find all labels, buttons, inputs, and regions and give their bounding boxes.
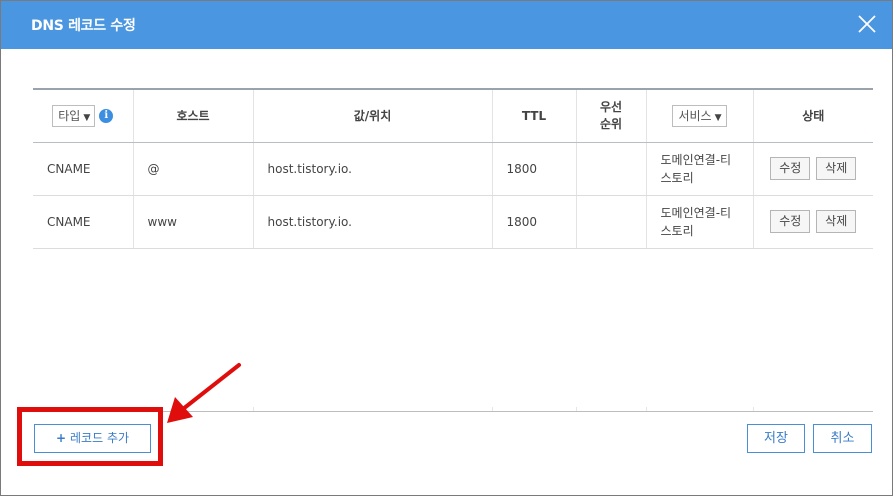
row-status: 수정 삭제: [753, 195, 873, 249]
row-value: host.tistory.io.: [253, 142, 493, 196]
delete-record-button[interactable]: 삭제: [816, 157, 857, 180]
dns-record-edit-dialog: DNS 레코드 수정 타입 ▼ i 호스트 값/위치 TTL 우선 순위 서비스…: [0, 0, 893, 496]
row-service-line1: 도메인연결-티: [660, 205, 732, 220]
close-icon: [858, 15, 876, 33]
dialog-title: DNS 레코드 수정: [31, 18, 136, 34]
service-filter-select[interactable]: 서비스 ▼: [672, 104, 727, 127]
header-service: 서비스 ▼: [646, 90, 754, 143]
annotation-highlight-box: [17, 407, 163, 466]
header-host: 호스트: [133, 90, 254, 143]
row-host: www: [133, 195, 254, 249]
dialog-titlebar: DNS 레코드 수정: [1, 1, 892, 49]
chevron-down-icon: ▼: [714, 112, 722, 123]
row-value: host.tistory.io.: [253, 195, 493, 249]
type-filter-label: 타입: [58, 108, 81, 123]
row-ttl: 1800: [492, 142, 577, 196]
header-ttl: TTL: [492, 90, 577, 143]
row-status: 수정 삭제: [753, 142, 873, 196]
table-row: CNAME @ host.tistory.io. 1800 도메인연결-티 스토…: [33, 142, 873, 196]
row-service-line2: 스토리: [660, 223, 694, 238]
header-priority: 우선 순위: [576, 90, 647, 143]
header-type: 타입 ▼ i: [33, 90, 134, 143]
row-service: 도메인연결-티 스토리: [646, 195, 754, 249]
row-priority: [576, 142, 647, 196]
cancel-button[interactable]: 취소: [813, 424, 872, 453]
header-value: 값/위치: [253, 90, 493, 143]
type-filter-select[interactable]: 타입 ▼: [52, 104, 96, 127]
dns-record-table: 타입 ▼ i 호스트 값/위치 TTL 우선 순위 서비스 ▼ 상태 CNAME @ …: [33, 90, 873, 249]
row-service: 도메인연결-티 스토리: [646, 142, 754, 196]
service-filter-label: 서비스: [678, 108, 712, 123]
chevron-down-icon: ▼: [83, 112, 91, 123]
row-type: CNAME: [33, 195, 134, 249]
row-service-line2: 스토리: [660, 170, 694, 185]
header-priority-label: 우선 순위: [599, 99, 623, 131]
save-button[interactable]: 저장: [747, 424, 805, 453]
row-priority: [576, 195, 647, 249]
edit-record-button[interactable]: 수정: [770, 210, 811, 233]
row-ttl: 1800: [492, 195, 577, 249]
row-host: @: [133, 142, 254, 196]
table-row: CNAME www host.tistory.io. 1800 도메인연결-티 …: [33, 195, 873, 249]
row-service-line1: 도메인연결-티: [660, 152, 732, 167]
info-icon[interactable]: i: [99, 108, 114, 123]
header-status: 상태: [753, 90, 873, 143]
row-type: CNAME: [33, 142, 134, 196]
close-button[interactable]: [856, 13, 878, 35]
red-arrow-annotation: [167, 363, 241, 423]
delete-record-button[interactable]: 삭제: [816, 210, 857, 233]
table-header-row: 타입 ▼ i 호스트 값/위치 TTL 우선 순위 서비스 ▼ 상태: [33, 90, 873, 143]
edit-record-button[interactable]: 수정: [770, 157, 811, 180]
